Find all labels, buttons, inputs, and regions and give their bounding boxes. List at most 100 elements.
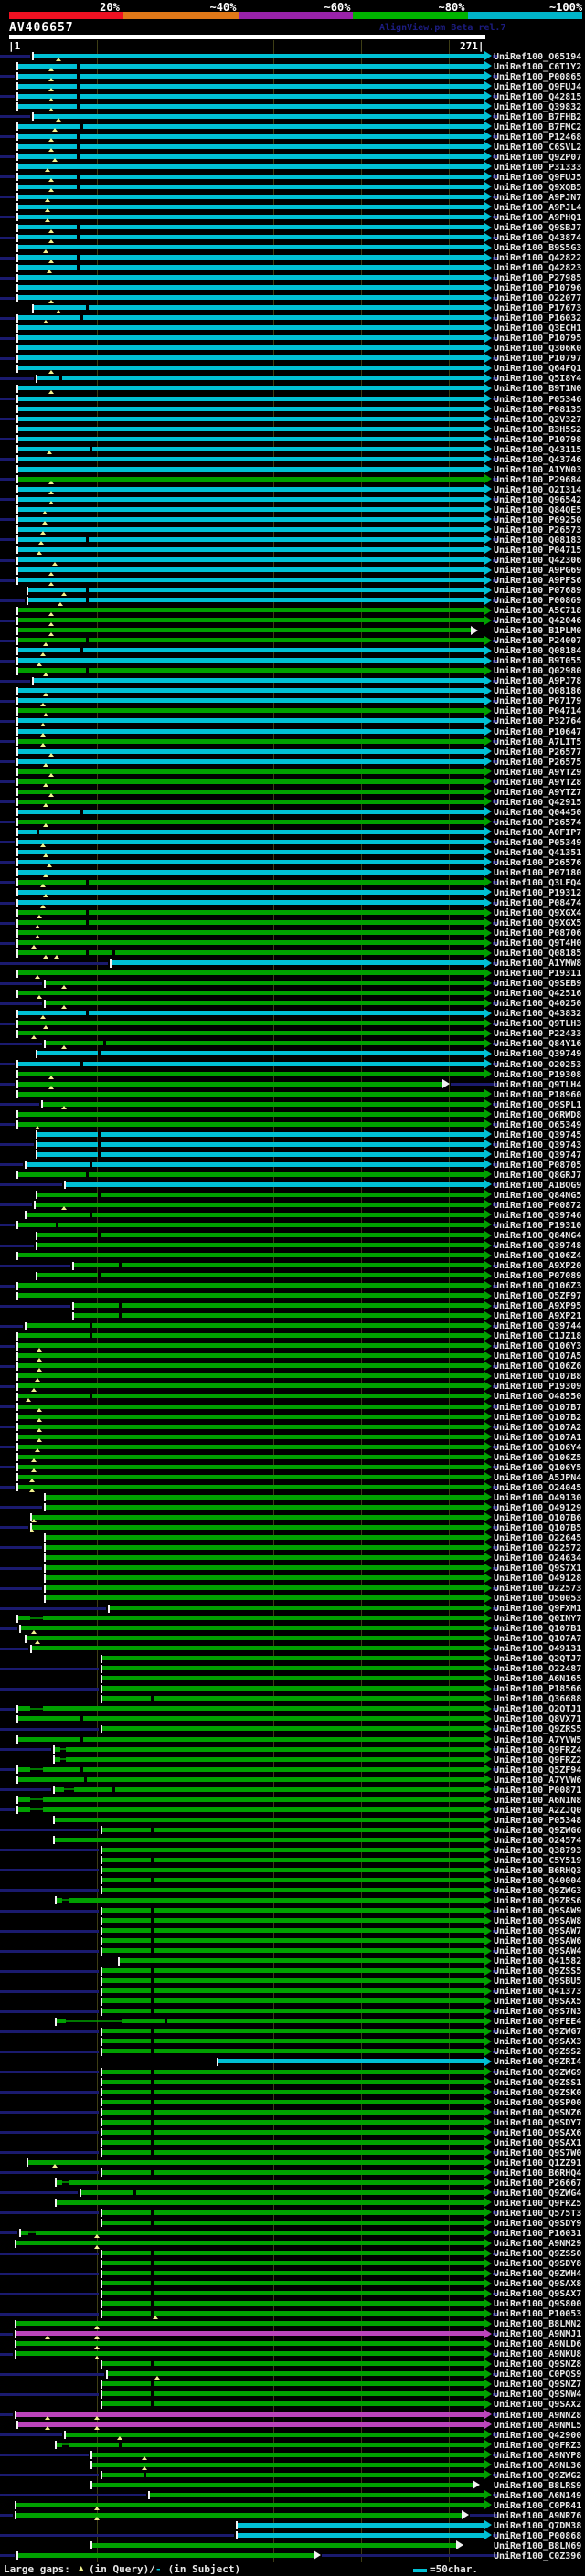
hit-label[interactable]: UniRef100_Q40250 — [494, 999, 581, 1009]
hit-bar[interactable] — [27, 1212, 484, 1217]
hit-label[interactable]: UniRef100_Q9FUJ4 — [494, 82, 581, 92]
hit-label[interactable]: UniRef100_Q39744 — [494, 1321, 581, 1331]
hit-bar[interactable] — [46, 981, 484, 986]
hit-label[interactable]: UniRef100_P26573 — [494, 525, 581, 535]
hit-bar[interactable] — [27, 1636, 484, 1641]
hit-label[interactable]: UniRef100_C5Y519 — [494, 1856, 581, 1866]
hit-bar[interactable] — [17, 466, 484, 472]
hit-bar[interactable] — [102, 1938, 484, 1944]
hit-bar[interactable] — [55, 1786, 64, 1792]
hit-bar[interactable] — [46, 1534, 484, 1540]
hit-bar[interactable] — [37, 1151, 484, 1157]
hit-bar[interactable] — [69, 2179, 484, 2185]
hit-bar[interactable] — [37, 1243, 484, 1248]
hit-label[interactable]: UniRef100_P19308 — [494, 1070, 581, 1080]
hit-bar[interactable] — [21, 2230, 29, 2235]
hit-label[interactable]: UniRef100_Q9ZWG4 — [494, 2189, 581, 2199]
hit-bar[interactable] — [17, 143, 484, 149]
hit-bar[interactable] — [42, 1766, 484, 1772]
hit-bar[interactable] — [65, 2432, 484, 2437]
hit-label[interactable]: UniRef100_Q9SDY7 — [494, 2118, 581, 2128]
hit-bar[interactable] — [57, 2200, 484, 2205]
hit-bar[interactable] — [17, 1081, 442, 1087]
hit-label[interactable]: UniRef100_O22077 — [494, 293, 581, 303]
hit-bar[interactable] — [17, 345, 484, 351]
hit-bar[interactable] — [32, 1524, 484, 1530]
hit-label[interactable]: UniRef100_C6T1Y2 — [494, 62, 581, 72]
hit-bar[interactable] — [102, 1988, 484, 1994]
hit-bar[interactable] — [17, 829, 484, 834]
hit-label[interactable]: UniRef100_A9NR76 — [494, 2511, 581, 2521]
hit-bar[interactable] — [17, 930, 484, 936]
hit-bar[interactable] — [17, 2552, 314, 2558]
hit-bar[interactable] — [17, 275, 484, 281]
hit-bar[interactable] — [17, 486, 484, 492]
hit-label[interactable]: UniRef100_Q41582 — [494, 1956, 581, 1966]
hit-label[interactable]: UniRef100_Q43115 — [494, 445, 581, 455]
hit-bar[interactable] — [35, 2230, 484, 2235]
hit-bar[interactable] — [42, 1706, 484, 1712]
hit-bar[interactable] — [17, 396, 484, 401]
hit-bar[interactable] — [102, 1726, 484, 1732]
hit-label[interactable]: UniRef100_A5JPN4 — [494, 1473, 581, 1483]
hit-bar[interactable] — [46, 1504, 484, 1510]
hit-bar[interactable] — [17, 63, 484, 69]
hit-label[interactable]: UniRef100_O50053 — [494, 1594, 581, 1604]
hit-label[interactable]: UniRef100_P10647 — [494, 727, 581, 737]
hit-bar[interactable] — [17, 849, 484, 854]
hit-bar[interactable] — [46, 1565, 484, 1570]
hit-label[interactable]: UniRef100_C0PR41 — [494, 2501, 581, 2511]
hit-label[interactable]: UniRef100_A9NML5 — [494, 2421, 581, 2431]
hit-bar[interactable] — [17, 1807, 31, 1812]
hit-bar[interactable] — [91, 2482, 473, 2487]
hit-label[interactable]: UniRef100_O49129 — [494, 1503, 581, 1513]
hit-bar[interactable] — [107, 2371, 484, 2377]
hit-label[interactable]: UniRef100_O22573 — [494, 1584, 581, 1594]
hit-bar[interactable] — [28, 598, 484, 603]
hit-label[interactable]: UniRef100_Q9SP00 — [494, 2098, 581, 2108]
hit-label[interactable]: UniRef100_P19309 — [494, 1382, 581, 1392]
hit-label[interactable]: UniRef100_C6SVL2 — [494, 143, 581, 153]
hit-bar[interactable] — [42, 1616, 484, 1621]
hit-label[interactable]: UniRef100_Q306K0 — [494, 344, 581, 354]
hit-label[interactable]: UniRef100_Q9SAX7 — [494, 2289, 581, 2299]
hit-label[interactable]: UniRef100_Q9SAX5 — [494, 1997, 581, 2007]
hit-label[interactable]: UniRef100_A7YVW6 — [494, 1776, 581, 1786]
hit-bar[interactable] — [17, 446, 484, 451]
hit-label[interactable]: UniRef100_Q9FRZ5 — [494, 2199, 581, 2209]
hit-label[interactable]: UniRef100_B8LRS9 — [494, 2481, 581, 2491]
hit-bar[interactable] — [17, 1414, 484, 1419]
hit-bar[interactable] — [27, 1323, 484, 1329]
hit-label[interactable]: UniRef100_Q84QE5 — [494, 505, 581, 515]
hit-label[interactable]: UniRef100_Q9SDY8 — [494, 2259, 581, 2269]
hit-bar[interactable] — [17, 708, 484, 714]
hit-label[interactable]: UniRef100_P10795 — [494, 334, 581, 344]
hit-bar[interactable] — [46, 1595, 484, 1601]
hit-label[interactable]: UniRef100_Q9XGX5 — [494, 918, 581, 928]
hit-bar[interactable] — [27, 1161, 484, 1167]
hit-label[interactable]: UniRef100_Q2I314 — [494, 485, 581, 495]
hit-label[interactable]: UniRef100_A9PFS6 — [494, 576, 581, 586]
hit-label[interactable]: UniRef100_O24634 — [494, 1553, 581, 1564]
hit-label[interactable]: UniRef100_O24045 — [494, 1483, 581, 1493]
hit-label[interactable]: UniRef100_A1BQG9 — [494, 1181, 581, 1191]
hit-bar[interactable] — [102, 2401, 484, 2407]
hit-label[interactable]: UniRef100_A7LIT5 — [494, 737, 581, 747]
hit-label[interactable]: UniRef100_O49131 — [494, 1644, 581, 1654]
hit-bar[interactable] — [33, 113, 484, 119]
hit-label[interactable]: UniRef100_Q9FXM1 — [494, 1604, 581, 1614]
hit-bar[interactable] — [102, 2009, 484, 2014]
hit-bar[interactable] — [16, 2512, 462, 2518]
hit-label[interactable]: UniRef100_P08705 — [494, 1161, 581, 1171]
hit-bar[interactable] — [16, 2412, 484, 2417]
hit-label[interactable]: UniRef100_Q9FUJ5 — [494, 173, 581, 183]
hit-label[interactable]: UniRef100_A7YVW5 — [494, 1735, 581, 1745]
hit-bar[interactable] — [17, 1444, 484, 1449]
hit-label[interactable]: UniRef100_Q9ZWG6 — [494, 1826, 581, 1836]
hit-label[interactable]: UniRef100_Q43746 — [494, 455, 581, 465]
hit-label[interactable]: UniRef100_O22487 — [494, 1664, 581, 1674]
hit-bar[interactable] — [91, 2462, 484, 2467]
hit-bar[interactable] — [17, 164, 484, 169]
hit-bar[interactable] — [17, 1253, 484, 1258]
hit-label[interactable]: UniRef100_Q5I8Y4 — [494, 374, 581, 384]
